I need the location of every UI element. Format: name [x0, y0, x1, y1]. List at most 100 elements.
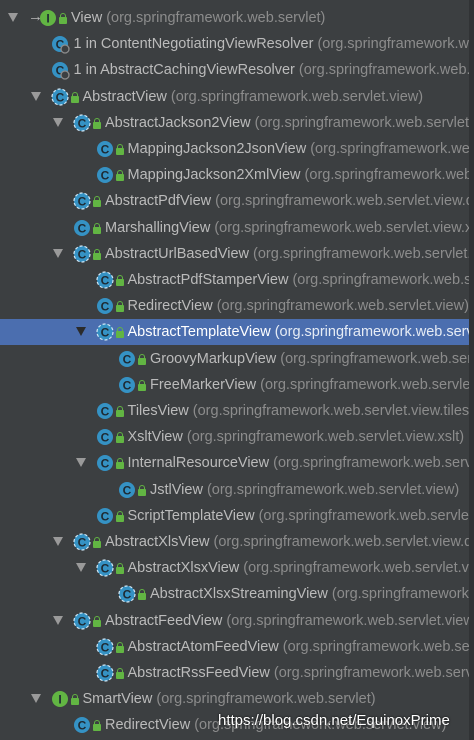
tree-node[interactable]: C AbstractJackson2View (org.springframewo… — [0, 110, 474, 136]
lock-icon — [115, 432, 124, 444]
tree-node[interactable]: C MappingJackson2XmlView (org.springframe… — [0, 162, 474, 188]
package-name: (org.springframework.web.servlet.view.fe… — [226, 612, 474, 629]
lock-icon — [115, 563, 124, 575]
tree-node[interactable]: C AbstractPdfStamperView (org.springframe… — [0, 267, 474, 293]
tree-node-label: AbstractPdfView (org.springframework.web… — [105, 192, 474, 210]
tree-node-label: XsltView (org.springframework.web.servle… — [128, 428, 465, 446]
expand-arrow-icon[interactable] — [75, 327, 86, 337]
expand-arrow-icon[interactable] — [53, 117, 63, 127]
svg-text:C: C — [78, 116, 87, 130]
tree-node[interactable]: C AbstractView (org.springframework.web.s… — [0, 84, 474, 110]
class-name: InternalResourceView — [127, 455, 270, 472]
class-name: SmartView — [82, 691, 153, 708]
tree-node[interactable]: C ScriptTemplateView (org.springframework… — [0, 503, 474, 529]
class-icon: C — [95, 401, 115, 421]
tree-node[interactable]: C FreeMarkerView (org.springframework.web… — [0, 372, 474, 398]
class-name: AbstractUrlBasedView — [105, 245, 249, 262]
class-icon: C — [117, 480, 137, 500]
tree-node-label: RedirectView (org.springframework.web.se… — [128, 297, 469, 315]
tree-node[interactable]: C AbstractRssFeedView (org.springframewor… — [0, 660, 474, 686]
class-icon: C — [95, 453, 115, 473]
tree-node[interactable]: C AbstractXlsView (org.springframework.we… — [0, 529, 474, 555]
tree-node-label: MappingJackson2XmlView (org.springframew… — [128, 166, 474, 184]
tree-node[interactable]: → I View (org.springframework.web.servlet) — [0, 5, 474, 31]
svg-text:C: C — [78, 536, 87, 550]
tree-node-label: AbstractFeedView (org.springframework.we… — [105, 612, 474, 630]
expand-arrow-icon[interactable] — [75, 458, 86, 468]
tree-node-label: MarshallingView (org.springframework.web… — [105, 219, 474, 237]
tree-node[interactable]: C AbstractXlsxView (org.springframework.w… — [0, 555, 474, 581]
tree-node[interactable]: C RedirectView (org.springframework.web.s… — [0, 293, 474, 319]
lock-icon — [115, 668, 124, 679]
svg-text:C: C — [100, 326, 109, 340]
tree-node[interactable]: C AbstractFeedView (org.springframework.w… — [0, 608, 474, 634]
class-name: 1 in AbstractCachingViewResolver — [73, 62, 295, 79]
lock-icon — [115, 641, 124, 653]
class-name: AbstractRssFeedView — [127, 665, 270, 681]
tree-node[interactable]: C GroovyMarkupView (org.springframework.w… — [0, 346, 474, 372]
svg-text:C: C — [78, 195, 87, 209]
tree-node[interactable]: C TilesView (org.springframework.web.serv… — [0, 398, 474, 424]
class-name: MappingJackson2JsonView — [127, 141, 307, 157]
expand-arrow-icon[interactable] — [75, 563, 86, 573]
class-icon: C — [95, 139, 115, 159]
class-icon: C — [95, 506, 115, 526]
svg-text:I: I — [46, 12, 49, 26]
lock-icon — [93, 615, 101, 627]
package-name: (org.springframework.web.servlet.view.do… — [243, 560, 474, 577]
lock-icon — [115, 144, 124, 155]
vertical-scrollbar[interactable] — [469, 0, 474, 740]
class-name: MappingJackson2XmlView — [127, 167, 301, 184]
lock-icon — [59, 13, 67, 24]
tree-node[interactable]: C InternalResourceView (org.springframewo… — [0, 450, 474, 476]
tree-node[interactable]: I SmartView (org.springframework.web.serv… — [0, 686, 474, 712]
lock-icon — [138, 353, 146, 365]
tree-node-label: View (org.springframework.web.servlet) — [71, 9, 325, 27]
tree-node[interactable]: C XsltView (org.springframework.web.servl… — [0, 424, 474, 450]
expand-arrow-icon[interactable] — [53, 248, 63, 258]
class-name: AbstractFeedView — [105, 612, 223, 629]
tree-node[interactable]: C AbstractXlsxStreamingView (org.springfr… — [0, 581, 474, 607]
svg-text:C: C — [78, 221, 87, 235]
tree-node[interactable]: C MappingJackson2JsonView (org.springfram… — [0, 136, 474, 162]
tree-node-label: AbstractView (org.springframework.web.se… — [83, 88, 424, 106]
expand-arrow-icon[interactable] — [30, 91, 41, 101]
svg-text:I: I — [58, 693, 61, 707]
package-name: (org.springframework.web.servlet.view.do… — [215, 193, 474, 210]
lock-icon — [138, 589, 146, 601]
abstract-class-icon: C — [72, 113, 92, 133]
expand-arrow-icon[interactable] — [53, 537, 63, 546]
svg-text:C: C — [100, 274, 109, 288]
tree-node[interactable]: C MarshallingView (org.springframework.we… — [0, 215, 474, 241]
type-hierarchy-tree[interactable]: → I View (org.springframework.web.servlet)… — [0, 0, 474, 740]
tree-node[interactable]: C1 in ContentNegotiatingViewResolver (or… — [0, 31, 474, 57]
tree-node-label: ScriptTemplateView (org.springframework.… — [128, 507, 474, 525]
tree-node-label: 1 in AbstractCachingViewResolver (org.sp… — [74, 61, 474, 79]
class-name: AbstractXlsView — [105, 534, 210, 550]
tree-node[interactable]: C AbstractTemplateView (org.springframewo… — [0, 319, 474, 346]
abstract-class-icon: C — [72, 244, 92, 264]
lock-icon — [115, 406, 124, 417]
expand-arrow-icon[interactable] — [53, 615, 63, 625]
tree-node[interactable]: C JstlView (org.springframework.web.servl… — [0, 477, 474, 503]
svg-text:C: C — [100, 143, 109, 157]
abstract-class-icon: C — [72, 191, 92, 211]
expand-arrow-icon[interactable] — [8, 13, 18, 22]
package-name: (org.springframework.web.servlet.view) — [202, 481, 460, 498]
lock-icon — [93, 248, 101, 260]
tree-node[interactable]: C AbstractAtomFeedView (org.springframewo… — [0, 634, 474, 660]
lock-icon — [138, 379, 146, 391]
tree-node[interactable]: C AbstractUrlBasedView (org.springframewo… — [0, 241, 474, 267]
package-name: (org.springframework.web.servlet.view.sc… — [258, 507, 474, 524]
tree-node[interactable]: C AbstractPdfView (org.springframework.we… — [0, 188, 474, 214]
svg-text:C: C — [100, 457, 109, 471]
anonymous-class-icon: C — [50, 34, 70, 54]
tree-node[interactable]: C1 in AbstractCachingViewResolver (org.s… — [0, 57, 474, 83]
package-name: (org.springframework.web.servlet.view.fe… — [273, 665, 474, 681]
class-icon: C — [72, 715, 92, 735]
class-name: ScriptTemplateView — [127, 507, 255, 524]
package-name: (org.springframework.web.servlet.view) — [274, 324, 474, 341]
lock-icon — [93, 117, 101, 129]
expand-arrow-icon[interactable] — [30, 694, 41, 704]
class-name: AbstractXlsxStreamingView — [150, 586, 328, 603]
